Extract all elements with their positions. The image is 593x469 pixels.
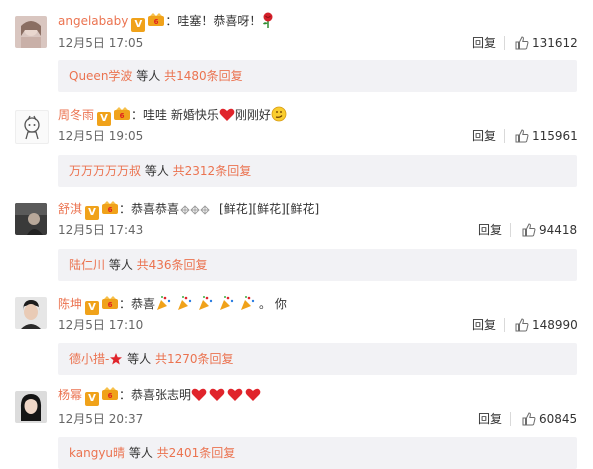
like-count: 115961 (532, 129, 578, 143)
timestamp: 12月5日 17:43 (58, 223, 144, 237)
comment-text-after: [鲜花][鲜花][鲜花] (219, 202, 320, 216)
like-count: 131612 (532, 36, 578, 50)
reply-username[interactable]: 陆仁川 (69, 258, 105, 272)
verified-icon: V (85, 206, 100, 220)
reply-username[interactable]: kangyu晴 (69, 446, 125, 460)
reply-count-link[interactable]: 共1270条回复 (155, 352, 234, 366)
reply-summary-text: 等人 (141, 164, 173, 178)
divider (504, 36, 505, 50)
avatar[interactable] (15, 297, 47, 329)
verified-icon: V (97, 112, 112, 126)
replies-summary[interactable]: kangyu晴 等人 共2401条回复 (58, 437, 577, 469)
like-button[interactable]: 115961 (515, 128, 578, 144)
thumbs-up-icon (522, 223, 536, 237)
comment-header: angelababy V 6 ：哇塞！恭喜呀！ (58, 12, 275, 32)
vip-icon: 6 (101, 201, 119, 215)
svg-text:6: 6 (120, 112, 125, 120)
reply-summary-text: 等人 (125, 446, 157, 460)
heart-icon (219, 108, 235, 126)
vip-icon: 6 (101, 387, 119, 401)
thumbs-up-icon (515, 318, 529, 332)
reply-count-link[interactable]: 共1480条回复 (164, 69, 243, 83)
verified-icon: V (85, 301, 100, 315)
vip-icon: 6 (147, 13, 165, 27)
thumbs-up-icon (515, 36, 529, 50)
comment-header: 陈坤 V 6 ：恭喜 。 你 (58, 295, 287, 315)
reply-button[interactable]: 回复 (472, 35, 496, 51)
like-button[interactable]: 148990 (515, 317, 578, 333)
comment-text: ：恭喜恭喜 (119, 202, 180, 216)
username[interactable]: 杨幂 (58, 388, 82, 402)
star-icon (109, 346, 123, 378)
reply-button[interactable]: 回复 (478, 411, 502, 427)
comment-text-after: 刚刚好 (234, 108, 271, 122)
reply-button[interactable]: 回复 (472, 317, 496, 333)
divider (504, 318, 505, 332)
username[interactable]: 陈坤 (58, 297, 82, 311)
verified-icon: V (131, 18, 146, 32)
avatar[interactable] (15, 16, 47, 48)
vip-icon: 6 (101, 296, 119, 310)
like-button[interactable]: 60845 (522, 411, 577, 427)
rose-icon (261, 12, 275, 32)
thumbs-up-icon (522, 412, 536, 426)
comment-text-after: 。 你 (259, 297, 287, 311)
reply-summary-text: 等人 (123, 352, 155, 366)
avatar[interactable] (15, 110, 49, 144)
svg-text:6: 6 (108, 206, 113, 214)
thumbs-up-icon (515, 129, 529, 143)
reply-button[interactable]: 回复 (478, 222, 502, 238)
smirk-icon (271, 106, 287, 126)
like-button[interactable]: 94418 (522, 222, 577, 238)
username[interactable]: 舒淇 (58, 202, 82, 216)
svg-text:6: 6 (108, 392, 113, 400)
divider (504, 129, 505, 143)
reply-summary-text: 等人 (105, 258, 137, 272)
svg-text:6: 6 (154, 18, 159, 26)
username[interactable]: angelababy (58, 14, 128, 28)
like-count: 94418 (539, 223, 578, 237)
username[interactable]: 周冬雨 (58, 108, 94, 122)
heart-icon (191, 388, 263, 406)
like-count: 60845 (539, 412, 578, 426)
comment-header: 周冬雨 V 6 ：哇哇 新婚快乐 刚刚好 (58, 106, 287, 126)
reply-count-link[interactable]: 共2401条回复 (157, 446, 236, 460)
sparkle-icon (179, 204, 219, 220)
svg-text:6: 6 (108, 301, 113, 309)
verified-icon: V (85, 392, 100, 406)
comment-header: 杨幂 V 6 ：恭喜张志明 (58, 387, 263, 406)
timestamp: 12月5日 17:10 (58, 318, 144, 332)
reply-username[interactable]: 德小措- (69, 352, 109, 366)
avatar[interactable] (15, 203, 47, 235)
comment-header: 舒淇 V 6 ：恭喜恭喜 [鲜花][鲜花][鲜花] (58, 201, 319, 220)
reply-button[interactable]: 回复 (472, 128, 496, 144)
timestamp: 12月5日 20:37 (58, 412, 144, 426)
party-popper-icon (155, 295, 259, 315)
divider (510, 412, 511, 426)
comment-text: ：恭喜 (119, 297, 156, 311)
like-count: 148990 (532, 318, 578, 332)
divider (510, 223, 511, 237)
reply-username[interactable]: Queen学波 (69, 69, 132, 83)
replies-summary[interactable]: Queen学波 等人 共1480条回复 (58, 60, 577, 92)
replies-summary[interactable]: 德小措- 等人 共1270条回复 (58, 343, 577, 375)
timestamp: 12月5日 19:05 (58, 129, 144, 143)
comment-text: ：恭喜张志明 (119, 388, 192, 402)
replies-summary[interactable]: 陆仁川 等人 共436条回复 (58, 249, 577, 281)
reply-count-link[interactable]: 共2312条回复 (173, 164, 252, 178)
timestamp: 12月5日 17:05 (58, 36, 144, 50)
like-button[interactable]: 131612 (515, 35, 578, 51)
reply-summary-text: 等人 (132, 69, 165, 83)
avatar[interactable] (15, 391, 47, 423)
replies-summary[interactable]: 万万万万万叔 等人 共2312条回复 (58, 155, 577, 187)
reply-count-link[interactable]: 共436条回复 (137, 258, 208, 272)
comment-text: ：哇塞！恭喜呀！ (165, 14, 262, 28)
vip-icon: 6 (113, 107, 131, 121)
reply-username[interactable]: 万万万万万叔 (69, 164, 141, 178)
comment-text: ：哇哇 新婚快乐 (131, 108, 219, 122)
